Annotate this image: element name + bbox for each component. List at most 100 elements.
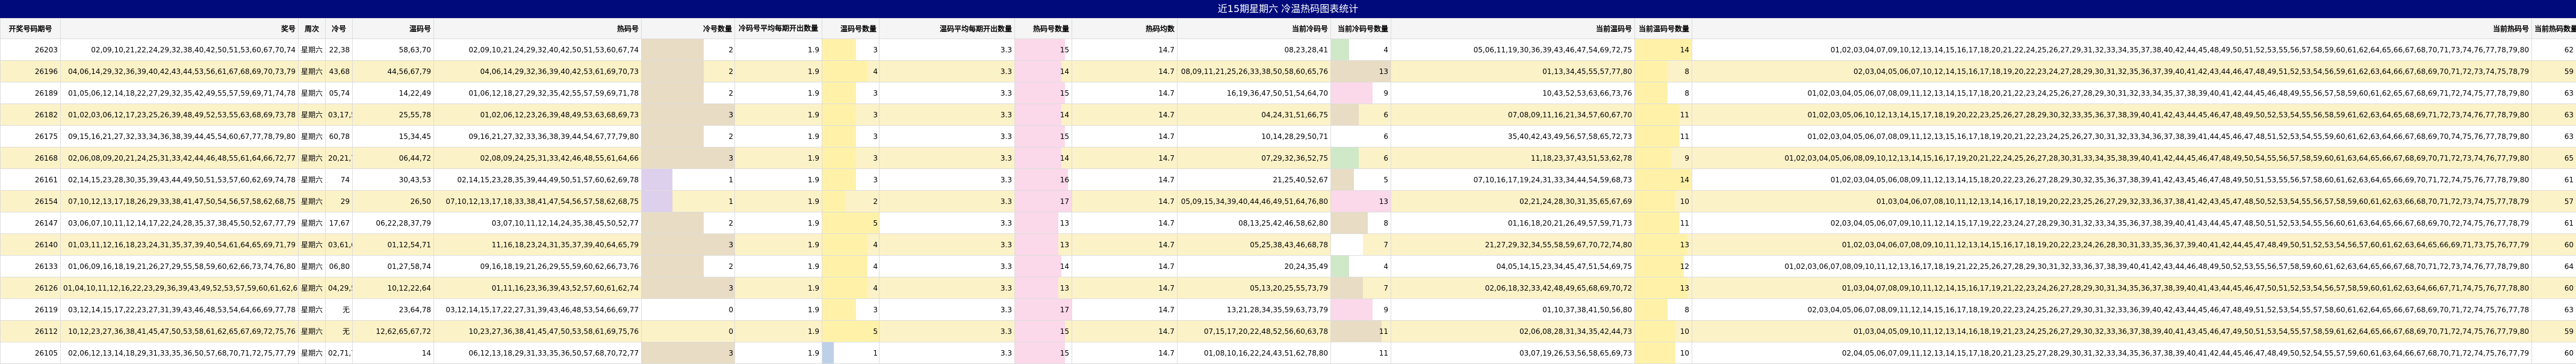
count-bar-fill xyxy=(1015,212,1058,233)
count-value: 15 xyxy=(1060,82,1069,103)
count-value: 17 xyxy=(1060,191,1069,212)
cur-warm-count-cell: 8 xyxy=(1635,61,1692,82)
warm-count-cell: 5 xyxy=(822,212,880,234)
issue-cell: 26203 xyxy=(1,39,61,61)
col-cur-warm: 当前温码号 xyxy=(1391,19,1635,39)
cur-hot-count-cell: 62 xyxy=(2532,39,2576,61)
count-bar-fill xyxy=(1635,61,1668,82)
table-body: 2620302,09,10,21,22,24,29,32,38,40,42,50… xyxy=(1,39,2576,364)
issue-cell: 26119 xyxy=(1,299,61,321)
count-value: 6 xyxy=(1383,126,1388,147)
warm-numbers-cell: 26,50 xyxy=(353,191,434,212)
table-row: 2614703,06,07,10,11,12,14,17,22,24,28,35… xyxy=(1,212,2576,234)
cur-warm-count-cell: 8 xyxy=(1635,82,1692,104)
warm-numbers-cell: 01,27,58,74 xyxy=(353,256,434,277)
cur-cold-numbers-cell: 08,09,11,21,25,26,33,38,50,58,60,65,76 xyxy=(1178,61,1331,82)
count-value: 63 xyxy=(2565,299,2574,320)
count-bar-fill xyxy=(1635,256,1684,277)
hot-numbers-cell: 09,16,21,27,32,33,36,38,39,44,54,67,77,7… xyxy=(434,126,642,147)
warm-count-cell: 3 xyxy=(822,39,880,61)
count-value: 10 xyxy=(1680,191,1689,212)
warm-avg-cell: 3.3 xyxy=(880,191,1015,212)
count-value: 8 xyxy=(1684,82,1689,103)
hot-count-cell: 16 xyxy=(1015,169,1072,191)
count-bar-fill xyxy=(642,234,734,255)
count-value: 62 xyxy=(2565,39,2574,60)
cur-cold-count-cell: 6 xyxy=(1331,104,1391,126)
cur-hot-numbers-cell: 01,03,04,05,09,10,11,12,13,14,16,18,19,2… xyxy=(1692,321,2532,342)
col-cold-avg: 冷码号平均每期开出数量 xyxy=(735,19,822,39)
count-bar-fill xyxy=(642,191,672,212)
hot-count-cell: 13 xyxy=(1015,212,1072,234)
table-row: 2616102,14,15,23,28,30,35,39,43,44,49,50… xyxy=(1,169,2576,191)
issue-cell: 26182 xyxy=(1,104,61,126)
warm-count-cell: 3 xyxy=(822,147,880,169)
cur-cold-count-cell: 8 xyxy=(1331,212,1391,234)
cur-warm-numbers-cell: 02,06,08,28,31,34,35,42,44,73 xyxy=(1391,321,1635,342)
cold-avg-cell: 1.9 xyxy=(735,82,822,104)
count-bar-fill xyxy=(1635,147,1671,168)
count-value: 3 xyxy=(728,277,733,298)
count-bar-fill xyxy=(1331,104,1359,125)
cur-cold-numbers-cell: 21,25,40,52,67 xyxy=(1178,169,1331,191)
count-value: 3 xyxy=(873,169,878,190)
count-bar-fill xyxy=(822,39,856,60)
count-value: 2 xyxy=(728,39,733,60)
count-value: 14 xyxy=(1060,61,1069,82)
warm-avg-cell: 3.3 xyxy=(880,104,1015,126)
count-bar-fill xyxy=(1015,61,1061,82)
count-value: 8 xyxy=(1684,299,1689,320)
count-bar-fill xyxy=(1015,82,1065,103)
cold-numbers-cell: 无 xyxy=(326,321,353,342)
issue-cell: 26154 xyxy=(1,191,61,212)
table-row: 2615407,10,12,13,17,18,26,29,33,38,41,47… xyxy=(1,191,2576,212)
count-bar-fill xyxy=(642,126,704,147)
count-value: 64 xyxy=(2565,256,2574,277)
cur-cold-numbers-cell: 07,15,17,20,22,48,52,56,60,63,78 xyxy=(1178,321,1331,342)
count-value: 3 xyxy=(873,39,878,60)
table-row: 2611210,12,23,27,36,38,41,45,47,50,53,58… xyxy=(1,321,2576,342)
hot-numbers-cell: 03,07,10,11,12,14,24,35,38,45,50,52,77 xyxy=(434,212,642,234)
prize-cell: 02,06,12,13,14,18,29,31,33,35,36,50,57,6… xyxy=(61,342,299,364)
warm-numbers-cell: 14 xyxy=(353,342,434,364)
cold-numbers-cell: 02,71,76 xyxy=(326,342,353,364)
count-bar-fill xyxy=(1635,191,1675,212)
cur-warm-count-cell: 12 xyxy=(1635,256,1692,277)
count-value: 2 xyxy=(873,191,878,212)
cold-count-cell: 2 xyxy=(642,61,735,82)
count-value: 9 xyxy=(1383,299,1388,320)
hot-count-cell: 14 xyxy=(1015,256,1072,277)
count-value: 65 xyxy=(2565,147,2574,168)
prize-cell: 02,06,08,09,20,21,24,25,31,33,42,44,46,4… xyxy=(61,147,299,169)
col-issue: 开奖号码期号 xyxy=(1,19,61,39)
warm-numbers-cell: 58,63,70 xyxy=(353,39,434,61)
hot-numbers-cell: 03,12,14,15,17,22,27,31,39,43,46,48,53,5… xyxy=(434,299,642,321)
cur-warm-count-cell: 14 xyxy=(1635,39,1692,61)
cold-avg-cell: 1.9 xyxy=(735,147,822,169)
weekday-cell: 星期六 xyxy=(299,321,326,342)
col-cold-count: 冷号数量 xyxy=(642,19,735,39)
cold-count-cell: 2 xyxy=(642,126,735,147)
issue-cell: 26196 xyxy=(1,61,61,82)
cur-hot-count-cell: 63 xyxy=(2532,126,2576,147)
count-value: 13 xyxy=(1060,212,1069,233)
cold-avg-cell: 1.9 xyxy=(735,126,822,147)
weekday-cell: 星期六 xyxy=(299,82,326,104)
cur-cold-count-cell: 9 xyxy=(1331,299,1391,321)
cur-warm-count-cell: 10 xyxy=(1635,191,1692,212)
count-bar-fill xyxy=(822,234,867,255)
cur-warm-numbers-cell: 07,08,09,11,16,21,34,57,60,67,70 xyxy=(1391,104,1635,126)
cur-warm-count-cell: 10 xyxy=(1635,342,1692,364)
cold-numbers-cell: 29 xyxy=(326,191,353,212)
count-value: 14 xyxy=(1060,104,1069,125)
hot-numbers-cell: 02,09,10,21,24,29,32,40,42,50,51,53,60,6… xyxy=(434,39,642,61)
warm-avg-cell: 3.3 xyxy=(880,61,1015,82)
prize-cell: 01,06,09,16,18,19,21,26,27,29,55,58,59,6… xyxy=(61,256,299,277)
prize-cell: 01,05,06,12,14,18,22,27,29,32,35,42,49,5… xyxy=(61,82,299,104)
hot-numbers-cell: 04,06,14,29,32,36,39,40,42,53,61,69,70,7… xyxy=(434,61,642,82)
count-bar-fill xyxy=(1635,82,1668,103)
count-value: 4 xyxy=(1383,39,1388,60)
weekday-cell: 星期六 xyxy=(299,147,326,169)
cold-avg-cell: 1.9 xyxy=(735,169,822,191)
cur-hot-count-cell: 59 xyxy=(2532,321,2576,342)
